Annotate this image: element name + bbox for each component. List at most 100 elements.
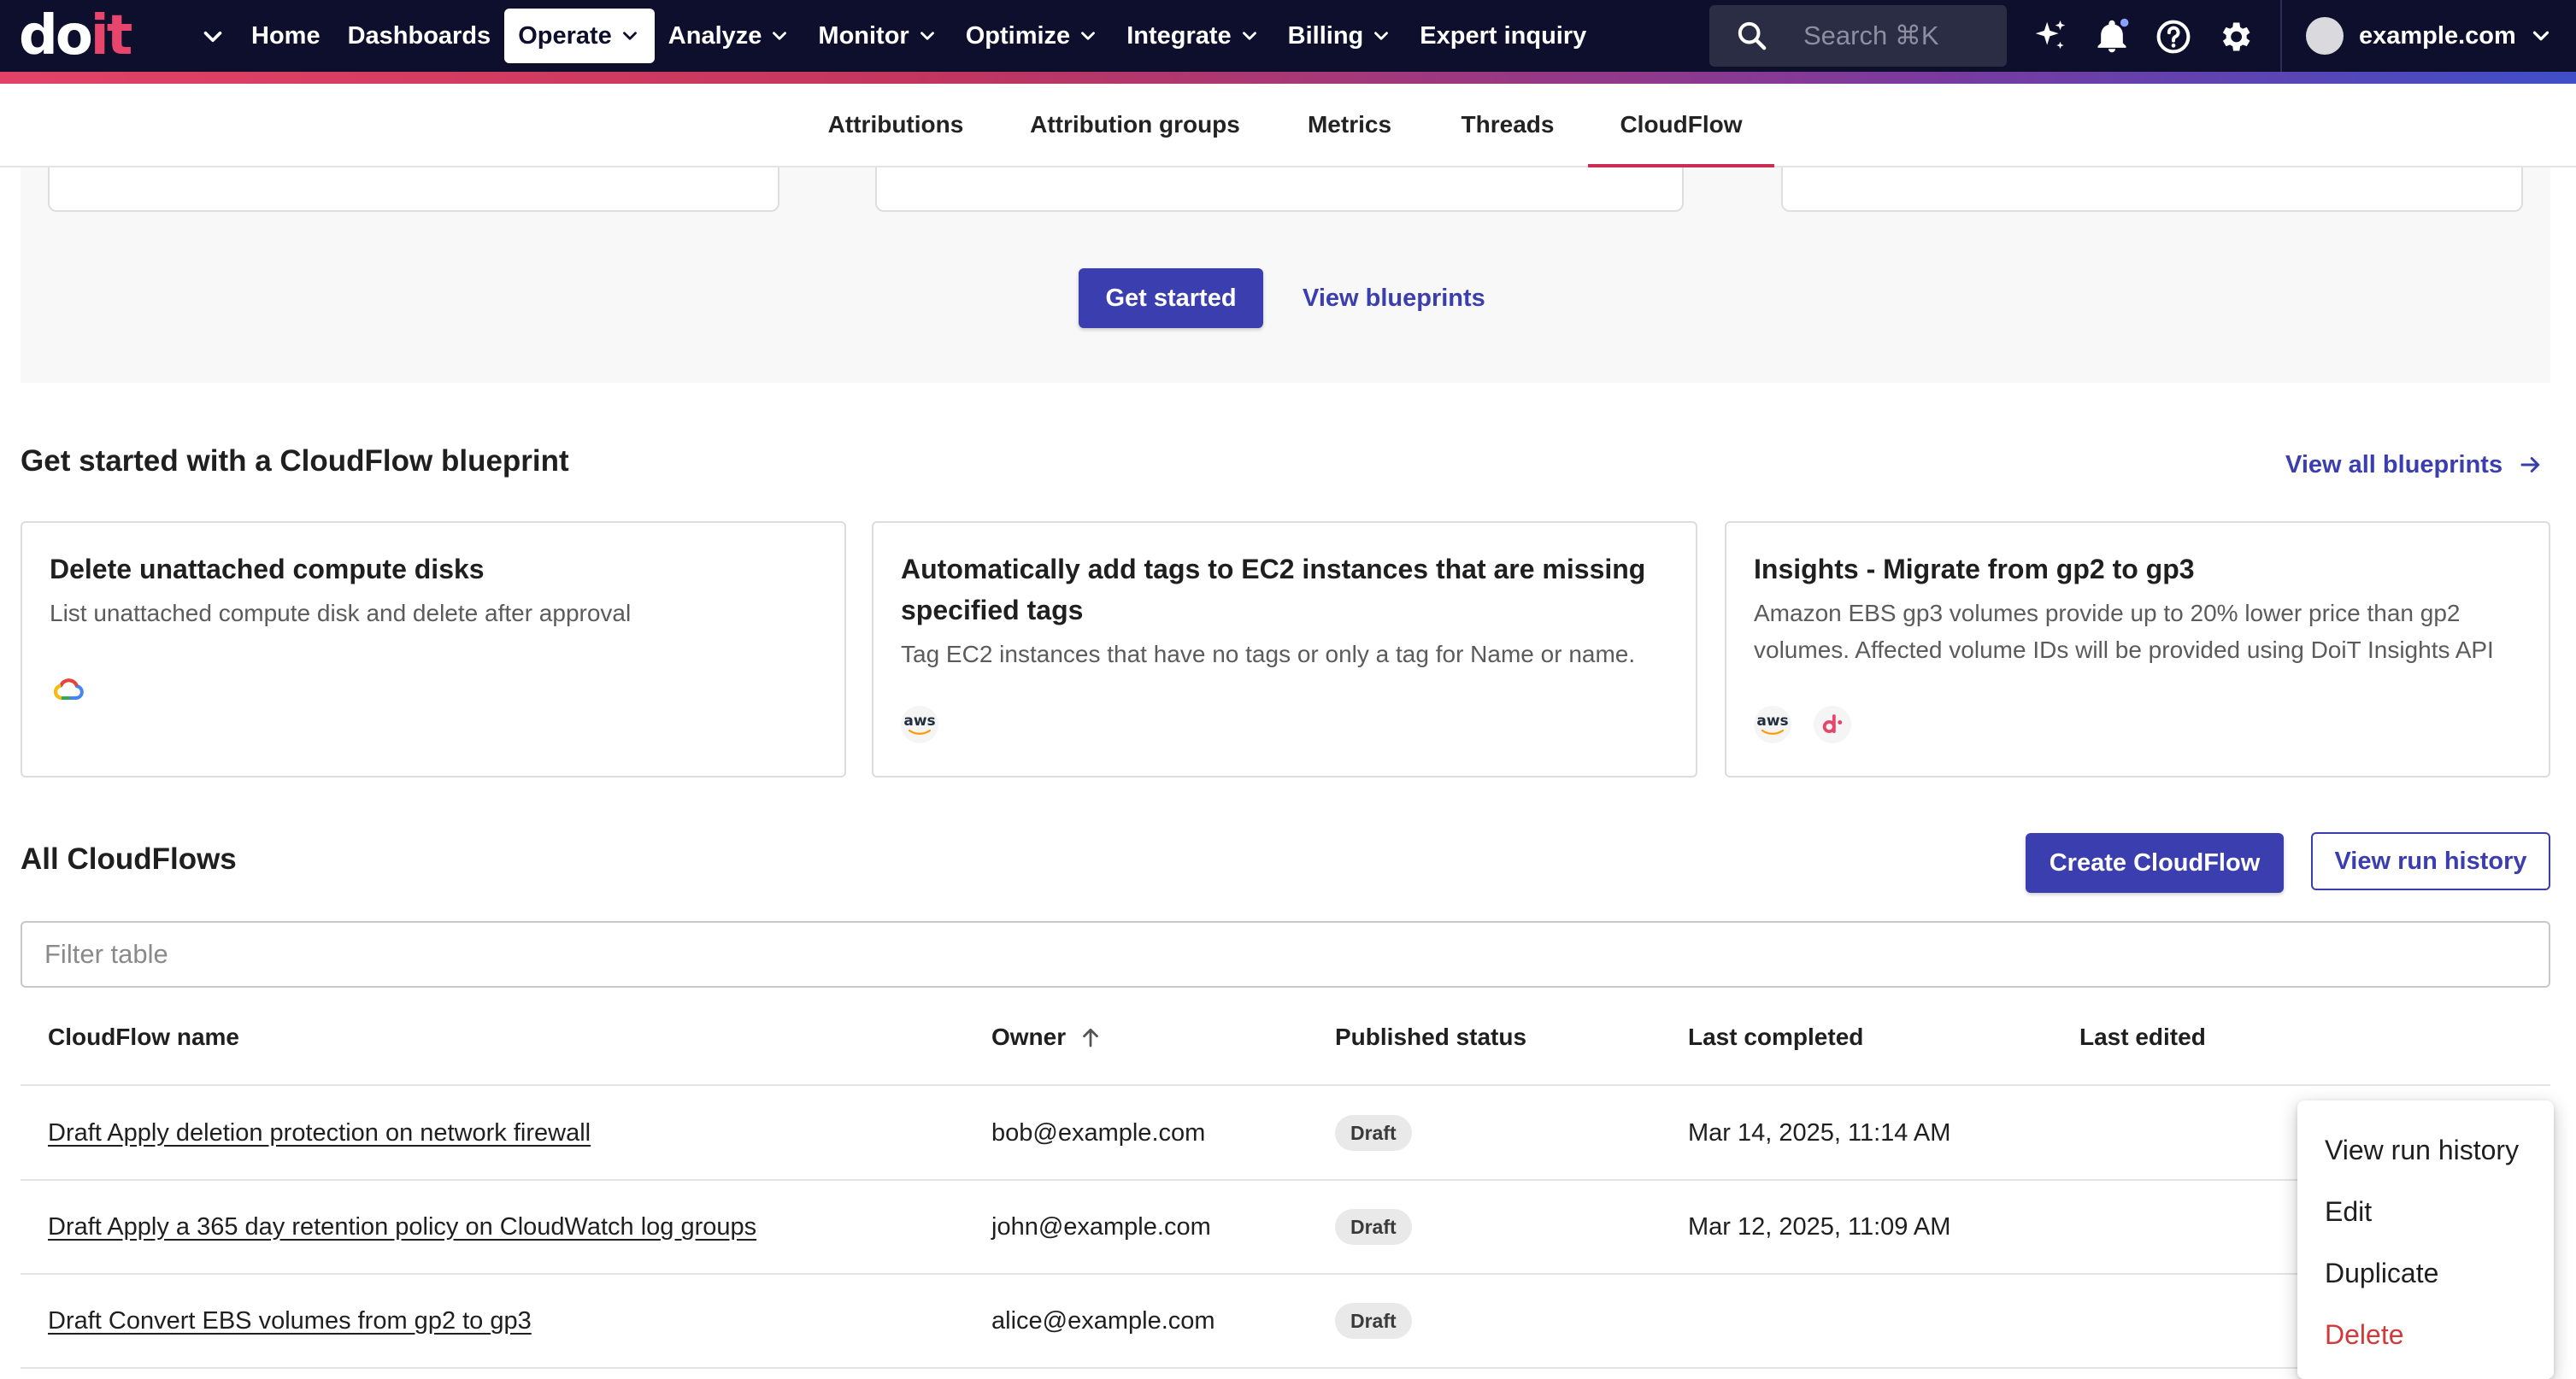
owner-email: alice@example.com — [991, 1306, 1215, 1335]
nav-home[interactable]: Home — [238, 9, 334, 63]
google-cloud-icon — [50, 672, 87, 709]
aws-icon: aws — [1754, 706, 1791, 743]
table-row-divider — [21, 1367, 2550, 1369]
notifications-bell-icon[interactable] — [2092, 17, 2132, 56]
last-completed-date: Mar 14, 2025, 11:14 AM — [1688, 1118, 1951, 1147]
blueprint-card[interactable]: Automatically add tags to EC2 instances … — [872, 521, 1697, 778]
tab-cloudflow[interactable]: CloudFlow — [1588, 84, 1774, 167]
nav-home-label: Home — [251, 21, 321, 50]
owner-email: john@example.com — [991, 1212, 1211, 1241]
onboarding-card — [875, 167, 1684, 212]
global-search[interactable] — [1709, 5, 2007, 67]
nav-billing[interactable]: Billing — [1274, 9, 1407, 63]
nav-analyze[interactable]: Analyze — [655, 9, 805, 63]
nav-billing-label: Billing — [1287, 21, 1364, 50]
blueprint-title: Insights - Migrate from gp2 to gp3 — [1754, 554, 2195, 584]
create-cloudflow-button[interactable]: Create CloudFlow — [2026, 833, 2284, 893]
blueprint-card[interactable]: Delete unattached compute disks List una… — [21, 521, 846, 778]
topbar-divider — [2280, 0, 2282, 72]
doit-icon — [1814, 706, 1851, 743]
cloudflow-name-link[interactable]: Draft Apply deletion protection on netwo… — [48, 1112, 591, 1153]
arrow-right-icon — [2520, 457, 2540, 472]
blueprint-card[interactable]: Insights - Migrate from gp2 to gp3 Amazo… — [1725, 521, 2550, 778]
aws-logo-text: aws — [1756, 712, 1789, 730]
brand-gradient-bar — [0, 72, 2576, 84]
tab-attributions[interactable]: Attributions — [814, 84, 978, 166]
menu-item-delete[interactable]: Delete — [2297, 1304, 2554, 1365]
getting-started-panel — [21, 167, 2550, 383]
chevron-down-icon — [622, 32, 637, 40]
nav-operate-label: Operate — [518, 21, 612, 50]
chevron-down-icon — [1081, 32, 1096, 40]
column-header-owner[interactable]: Owner — [991, 1017, 1103, 1058]
column-header-name[interactable]: CloudFlow name — [48, 1017, 239, 1058]
chevron-down-icon — [1374, 32, 1389, 40]
menu-item-view-run-history[interactable]: View run history — [2297, 1119, 2554, 1181]
account-menu[interactable]: example.com — [2306, 15, 2554, 56]
onboarding-card — [1781, 167, 2523, 212]
nav-integrate[interactable]: Integrate — [1113, 9, 1273, 63]
aws-logo-text: aws — [903, 712, 936, 730]
blueprints-section-title: Get started with a CloudFlow blueprint — [21, 444, 569, 478]
table-row-divider — [21, 1179, 2550, 1181]
main-nav: Home Dashboards Operate Analyze Monitor … — [238, 0, 1600, 72]
account-name: example.com — [2359, 21, 2516, 50]
nav-expert-inquiry-label: Expert inquiry — [1420, 21, 1587, 50]
row-actions-menu: View run history Edit Duplicate Delete — [2297, 1100, 2554, 1379]
cloudflow-name-link[interactable]: Draft Convert EBS volumes from gp2 to gp… — [48, 1300, 532, 1341]
tab-attribution-groups[interactable]: Attribution groups — [1017, 84, 1253, 166]
filter-table[interactable] — [21, 921, 2550, 988]
column-header-last-edited[interactable]: Last edited — [2079, 1017, 2206, 1058]
status-badge: Draft — [1335, 1115, 1412, 1151]
chevron-down-icon — [920, 32, 934, 40]
blueprint-description: Tag EC2 instances that have no tags or o… — [901, 641, 1636, 667]
view-all-blueprints-label: View all blueprints — [2285, 450, 2503, 478]
all-cloudflows-title: All CloudFlows — [21, 842, 237, 876]
chevron-down-icon — [1242, 32, 1256, 40]
search-input[interactable] — [1803, 21, 2000, 51]
doit-logo[interactable]: doit — [19, 7, 159, 65]
nav-dashboards[interactable]: Dashboards — [334, 9, 505, 63]
status-badge: Draft — [1335, 1209, 1412, 1245]
nav-expert-inquiry[interactable]: Expert inquiry — [1406, 9, 1600, 63]
aws-icon: aws — [901, 706, 938, 743]
blueprint-title: Automatically add tags to EC2 instances … — [901, 554, 1646, 625]
operate-subtabs: Attributions Attribution groups Metrics … — [0, 84, 2576, 167]
menu-item-edit[interactable]: Edit — [2297, 1181, 2554, 1242]
last-completed-date: Mar 12, 2025, 11:09 AM — [1688, 1212, 1951, 1241]
nav-integrate-label: Integrate — [1126, 21, 1232, 50]
avatar — [2306, 17, 2344, 55]
menu-item-duplicate[interactable]: Duplicate — [2297, 1242, 2554, 1304]
nav-optimize[interactable]: Optimize — [952, 9, 1113, 63]
nav-monitor-label: Monitor — [818, 21, 909, 50]
tab-metrics[interactable]: Metrics — [1291, 84, 1409, 166]
cloudflow-name-link[interactable]: Draft Apply a 365 day retention policy o… — [48, 1206, 756, 1247]
settings-gear-icon[interactable] — [2215, 17, 2255, 56]
sort-ascending-arrow-icon — [1083, 1028, 1099, 1047]
ai-sparkle-icon[interactable] — [2031, 17, 2070, 56]
nav-dashboards-label: Dashboards — [347, 21, 491, 50]
nav-optimize-label: Optimize — [965, 21, 1071, 50]
nav-menu-chevron-icon[interactable] — [198, 22, 227, 51]
help-icon[interactable] — [2154, 17, 2193, 56]
top-navigation-bar: doit Home Dashboards Operate Analyze Mon… — [0, 0, 2576, 72]
nav-analyze-label: Analyze — [668, 21, 762, 50]
table-row-divider — [21, 1273, 2550, 1275]
view-run-history-button[interactable]: View run history — [2311, 832, 2550, 890]
blueprint-description: Amazon EBS gp3 volumes provide up to 20%… — [1754, 600, 2494, 663]
get-started-button[interactable]: Get started — [1079, 268, 1263, 328]
blueprint-description: List unattached compute disk and delete … — [50, 600, 632, 626]
nav-operate[interactable]: Operate — [504, 9, 655, 63]
view-all-blueprints-link[interactable]: View all blueprints — [2285, 444, 2544, 485]
tab-threads[interactable]: Threads — [1448, 84, 1567, 166]
column-header-published-status[interactable]: Published status — [1335, 1017, 1526, 1058]
table-divider — [21, 1084, 2550, 1086]
nav-monitor[interactable]: Monitor — [804, 9, 951, 63]
column-header-last-completed[interactable]: Last completed — [1688, 1017, 1863, 1058]
view-blueprints-link[interactable]: View blueprints — [1303, 268, 1485, 328]
onboarding-card — [48, 167, 779, 212]
filter-table-input[interactable] — [44, 939, 1326, 970]
column-header-owner-label: Owner — [991, 1024, 1067, 1050]
chevron-down-icon — [2532, 31, 2549, 41]
logo-text-pink: it — [90, 4, 133, 67]
